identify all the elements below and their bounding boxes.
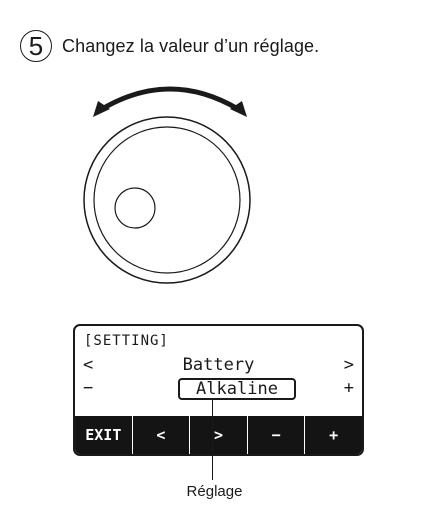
step-instruction: 5 Changez la valeur d’un réglage. xyxy=(20,30,319,62)
previous-softkey[interactable]: < xyxy=(133,416,191,454)
lcd-plus-sign: + xyxy=(343,378,354,398)
callout-leader-line xyxy=(212,400,213,480)
lcd-minus-sign: − xyxy=(83,378,94,398)
decrement-softkey[interactable]: − xyxy=(248,416,306,454)
increment-softkey[interactable]: + xyxy=(305,416,362,454)
dial-knob-grip xyxy=(114,187,156,229)
lcd-setting-name: Battery xyxy=(182,355,255,375)
step-number: 5 xyxy=(20,30,52,62)
next-softkey[interactable]: > xyxy=(190,416,248,454)
lcd-setting-header: [SETTING] xyxy=(84,333,169,349)
lcd-display: [SETTING] < Battery > − Alkaline + EXIT … xyxy=(73,324,364,456)
step-text: Changez la valeur d’un réglage. xyxy=(62,35,320,56)
double-arrow-icon xyxy=(93,86,247,117)
exit-softkey[interactable]: EXIT xyxy=(75,416,133,454)
softkey-bar: EXIT < > − + xyxy=(75,416,362,454)
dial-outer-ring xyxy=(83,116,251,284)
dial-inner-ring xyxy=(93,126,241,274)
lcd-setting-value: Alkaline xyxy=(178,378,296,400)
dial-illustration xyxy=(83,86,251,284)
lcd-right-arrow: > xyxy=(343,355,354,375)
callout-label: Réglage xyxy=(186,483,243,500)
